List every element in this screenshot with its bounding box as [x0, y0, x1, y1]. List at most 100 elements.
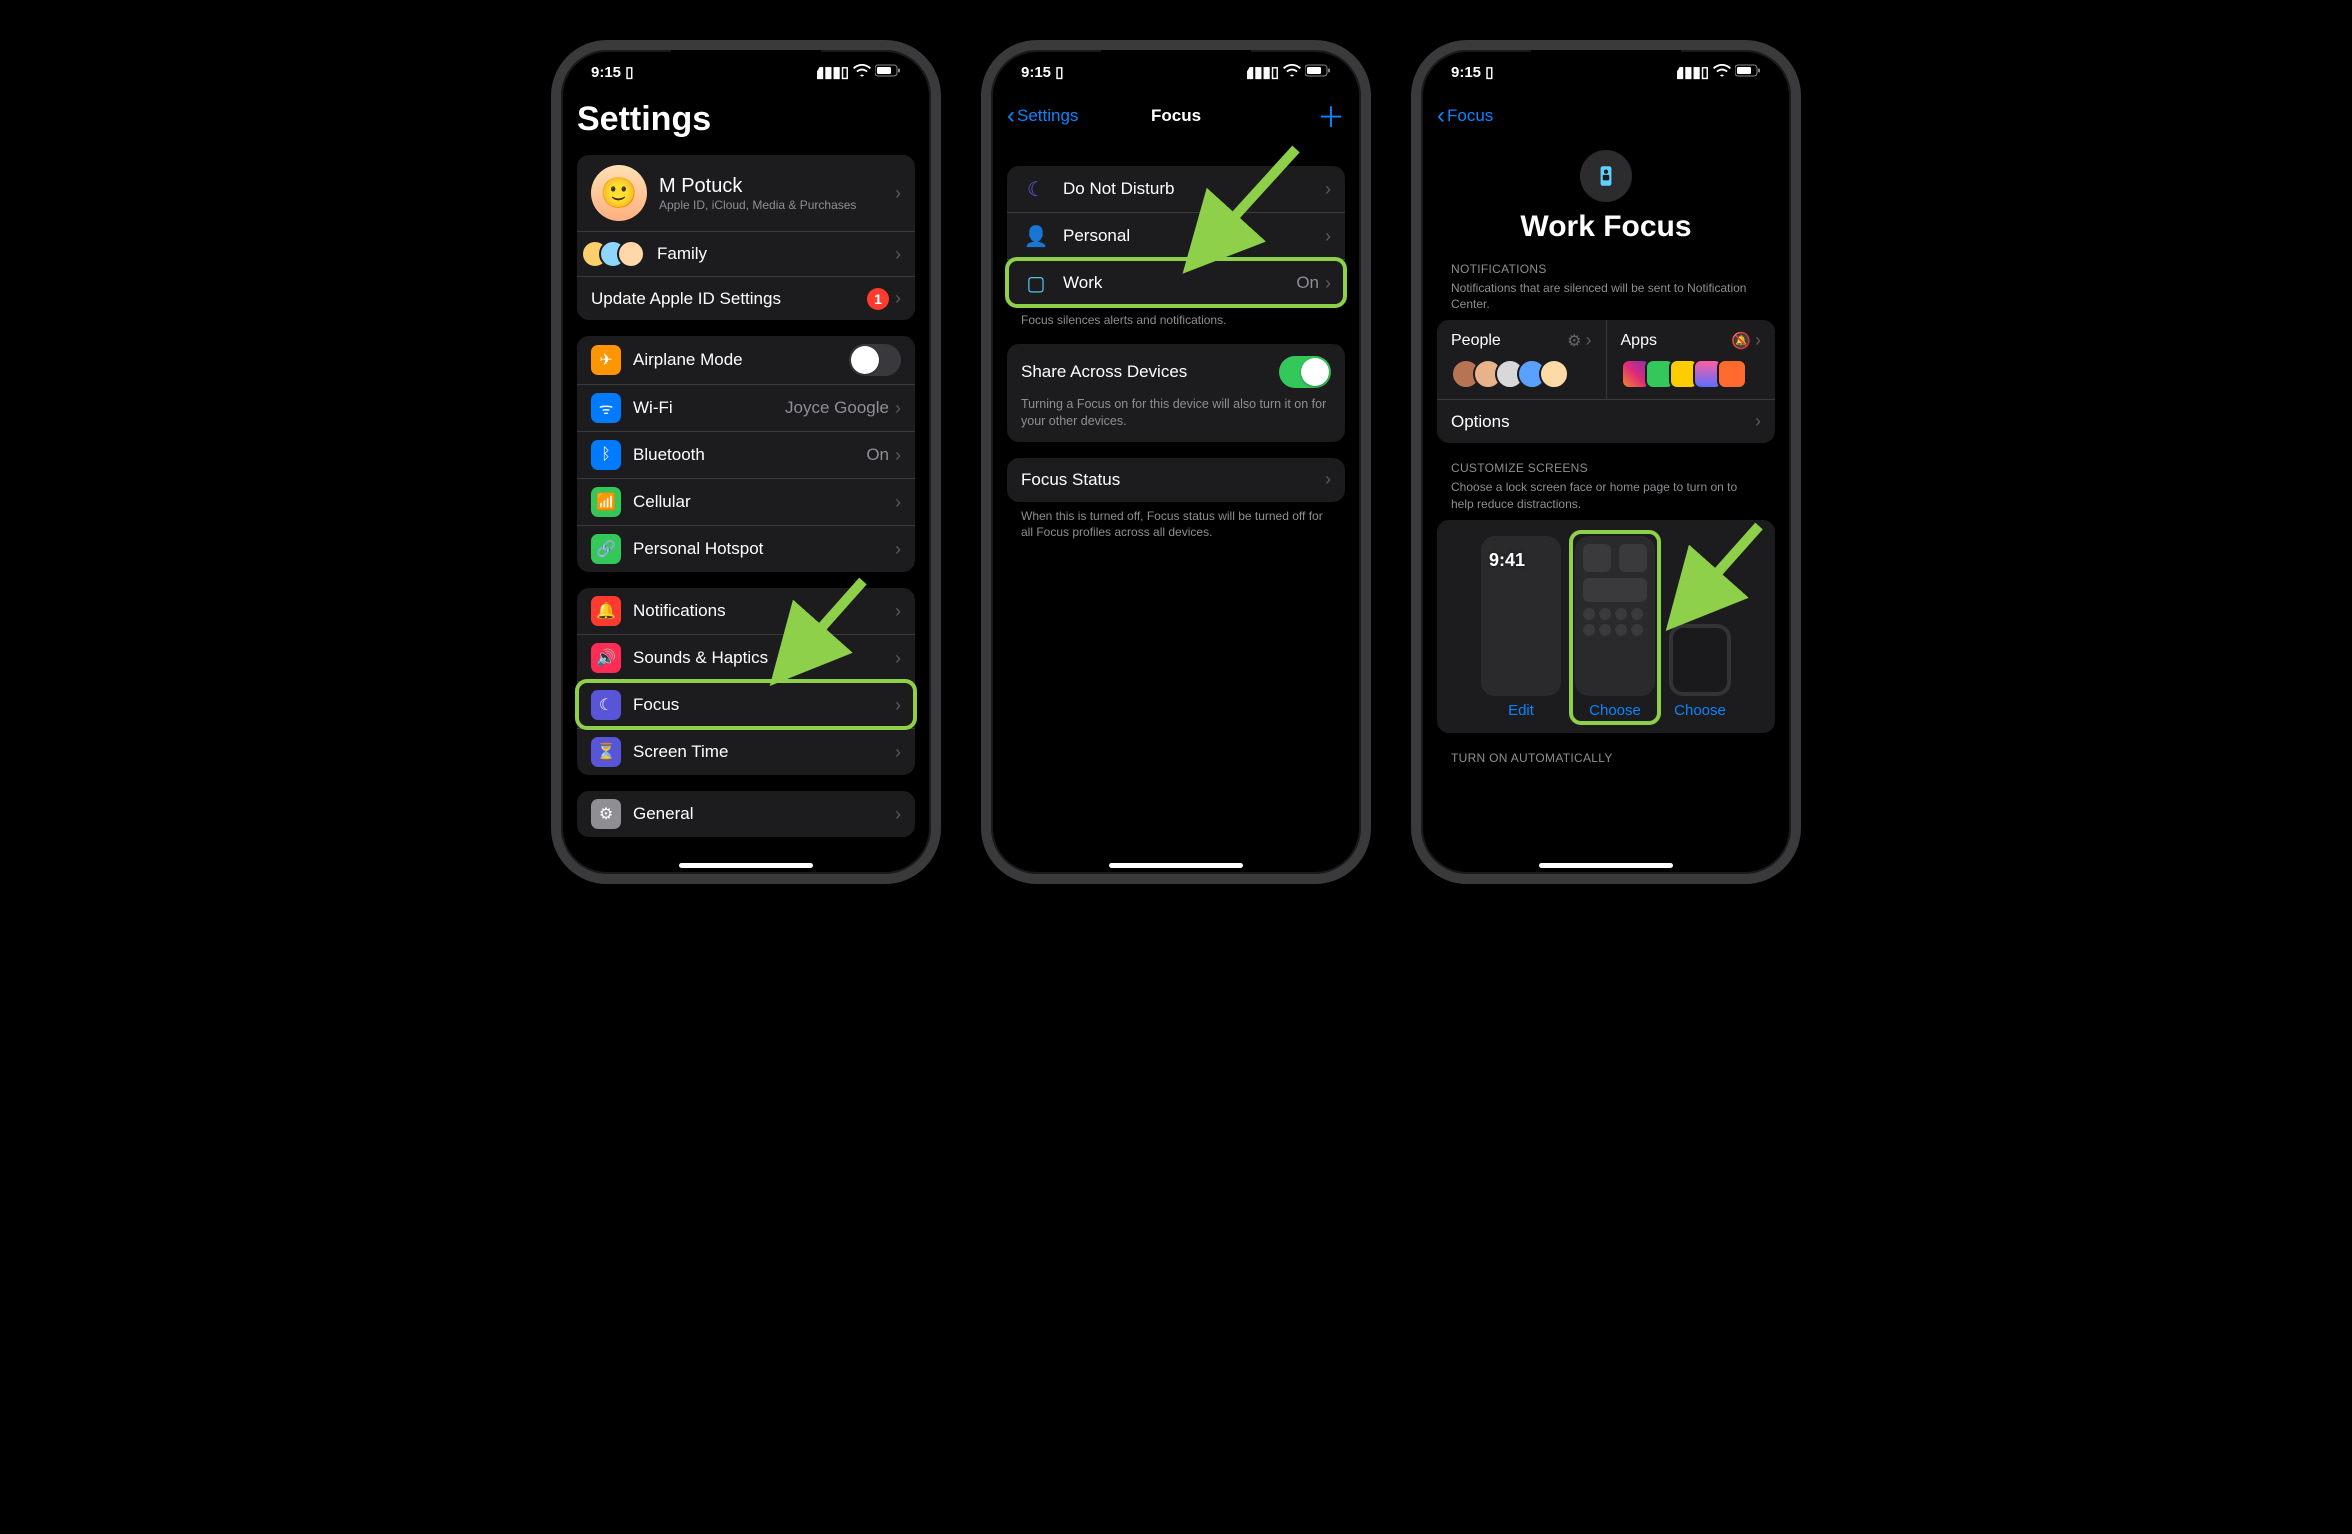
apple-id-row[interactable]: 🙂 M Potuck Apple ID, iCloud, Media & Pur… [577, 155, 915, 231]
row-label: Cellular [633, 492, 895, 512]
edit-button[interactable]: Edit [1508, 702, 1534, 719]
account-group: 🙂 M Potuck Apple ID, iCloud, Media & Pur… [577, 155, 915, 320]
row-label: Bluetooth [633, 445, 866, 465]
choose-button[interactable]: Choose [1589, 702, 1641, 719]
share-caption: Turning a Focus on for this device will … [1021, 396, 1331, 430]
settings-row-bluetooth[interactable]: ᛒBluetoothOn› [577, 431, 915, 478]
notch [1531, 50, 1681, 78]
arrow-annotation-icon [1659, 516, 1779, 636]
settings-row-personal-hotspot[interactable]: 🔗Personal Hotspot› [577, 525, 915, 572]
chevron-right-icon: › [895, 398, 901, 419]
back-button[interactable]: ‹ Focus [1437, 102, 1493, 130]
chevron-right-icon: › [895, 539, 901, 560]
work-icon: ▢ [1021, 268, 1051, 298]
back-label: Focus [1447, 106, 1493, 126]
avatar-icon: 🙂 [591, 165, 647, 221]
page-title: Work Focus [1437, 210, 1775, 244]
settings-row-cellular[interactable]: 📶Cellular› [577, 478, 915, 525]
account-sub: Apple ID, iCloud, Media & Purchases [659, 198, 895, 212]
row-label: Airplane Mode [633, 350, 849, 370]
back-button[interactable]: ‹ Settings [1007, 102, 1078, 130]
chevron-right-icon: › [895, 601, 901, 622]
wifi-icon [1283, 64, 1301, 81]
sounds-haptics-icon: 🔊 [591, 643, 621, 673]
chevron-right-icon: › [895, 244, 901, 265]
navbar: ‹ Focus [1437, 94, 1775, 138]
screen-time-icon: ⏳ [591, 737, 621, 767]
row-label: Wi-Fi [633, 398, 785, 418]
customize-header: CUSTOMIZE SCREENS [1437, 443, 1775, 479]
cellular-signal-icon: ▮▮▮▯ [1676, 63, 1709, 81]
share-toggle[interactable] [1279, 356, 1331, 388]
gear-icon: ⚙︎ [1567, 331, 1581, 351]
wifi-icon [1713, 64, 1731, 81]
modes-caption: Focus silences alerts and notifications. [1007, 306, 1345, 328]
auto-header: TURN ON AUTOMATICALLY [1437, 733, 1775, 769]
bell-slash-icon: 🔕 [1731, 331, 1751, 351]
row-toggle[interactable] [849, 344, 901, 376]
focus-status-group: Focus Status › [1007, 458, 1345, 502]
row-detail: On [866, 445, 889, 465]
update-label: Update Apple ID Settings [591, 289, 867, 309]
row-label: Focus [633, 695, 895, 715]
battery-icon [875, 64, 901, 81]
share-label: Share Across Devices [1021, 362, 1279, 382]
personal-icon: 👤 [1021, 221, 1051, 251]
people-label: People [1451, 332, 1567, 350]
notch [1101, 50, 1251, 78]
share-group: Share Across Devices Turning a Focus on … [1007, 344, 1345, 442]
chevron-right-icon: › [1325, 179, 1331, 200]
chevron-right-icon: › [1325, 469, 1331, 490]
notif-caption: Notifications that are silenced will be … [1437, 280, 1775, 312]
options-row[interactable]: Options › [1437, 399, 1775, 443]
family-avatars-icon [591, 240, 645, 268]
arrow-annotation-icon [1176, 139, 1316, 279]
focus-status-label: Focus Status [1021, 470, 1325, 490]
general-group: ⚙︎General› [577, 791, 915, 837]
chevron-right-icon: › [1325, 226, 1331, 247]
chevron-right-icon: › [895, 492, 901, 513]
network-group: ✈︎Airplane ModeᯤWi-FiJoyce Google›ᛒBluet… [577, 336, 915, 572]
family-row[interactable]: Family › [577, 231, 915, 276]
settings-row-airplane-mode[interactable]: ✈︎Airplane Mode [577, 336, 915, 384]
watch-face-thumb[interactable]: Choose [1669, 624, 1731, 719]
row-label: Screen Time [633, 742, 895, 762]
status-extra-icon: ▯ [625, 64, 633, 81]
phone-focus-list: 9:15 ▯ ▮▮▮▯ ‹ Settings Focus ＋ ☾Do Not D… [981, 40, 1371, 884]
wifi-icon [853, 64, 871, 81]
chevron-left-icon: ‹ [1007, 102, 1015, 130]
settings-row-screen-time[interactable]: ⏳ Screen Time› [577, 728, 915, 775]
add-button[interactable]: ＋ [1317, 96, 1345, 136]
update-apple-id-row[interactable]: Update Apple ID Settings 1 › [577, 276, 915, 320]
people-cell[interactable]: People ⚙︎ › [1437, 320, 1606, 399]
battery-icon [1305, 64, 1331, 81]
work-icon [1580, 150, 1632, 202]
status-time: 9:15 [591, 64, 621, 81]
focus-status-row[interactable]: Focus Status › [1007, 458, 1345, 502]
battery-icon [1735, 64, 1761, 81]
general-icon: ⚙︎ [591, 799, 621, 829]
chevron-right-icon: › [895, 742, 901, 763]
home-indicator[interactable] [1539, 863, 1673, 868]
choose-button[interactable]: Choose [1674, 702, 1726, 719]
row-detail: Joyce Google [785, 398, 889, 418]
lock-screen-thumb[interactable]: 9:41 Edit [1481, 536, 1561, 719]
chevron-right-icon: › [895, 183, 901, 204]
home-screen-thumb[interactable]: Choose [1575, 536, 1655, 719]
account-name: M Potuck [659, 175, 895, 198]
customize-caption: Choose a lock screen face or home page t… [1437, 479, 1775, 511]
settings-row-wi-fi[interactable]: ᯤWi-FiJoyce Google› [577, 384, 915, 431]
back-label: Settings [1017, 106, 1078, 126]
settings-row-general[interactable]: ⚙︎General› [577, 791, 915, 837]
chevron-left-icon: ‹ [1437, 102, 1445, 130]
status-caption: When this is turned off, Focus status wi… [1007, 502, 1345, 540]
people-avatars [1451, 359, 1592, 389]
phone-settings: 9:15 ▯ ▮▮▮▯ Settings 🙂 M Potuck Apple ID… [551, 40, 941, 884]
nav-title: Focus [1151, 106, 1201, 126]
row-label: Personal Hotspot [633, 539, 895, 559]
apps-cell[interactable]: Apps 🔕 › [1606, 320, 1776, 399]
home-indicator[interactable] [679, 863, 813, 868]
share-row: Share Across Devices Turning a Focus on … [1007, 344, 1345, 442]
home-indicator[interactable] [1109, 863, 1243, 868]
focus-icon: ☾ [591, 690, 621, 720]
